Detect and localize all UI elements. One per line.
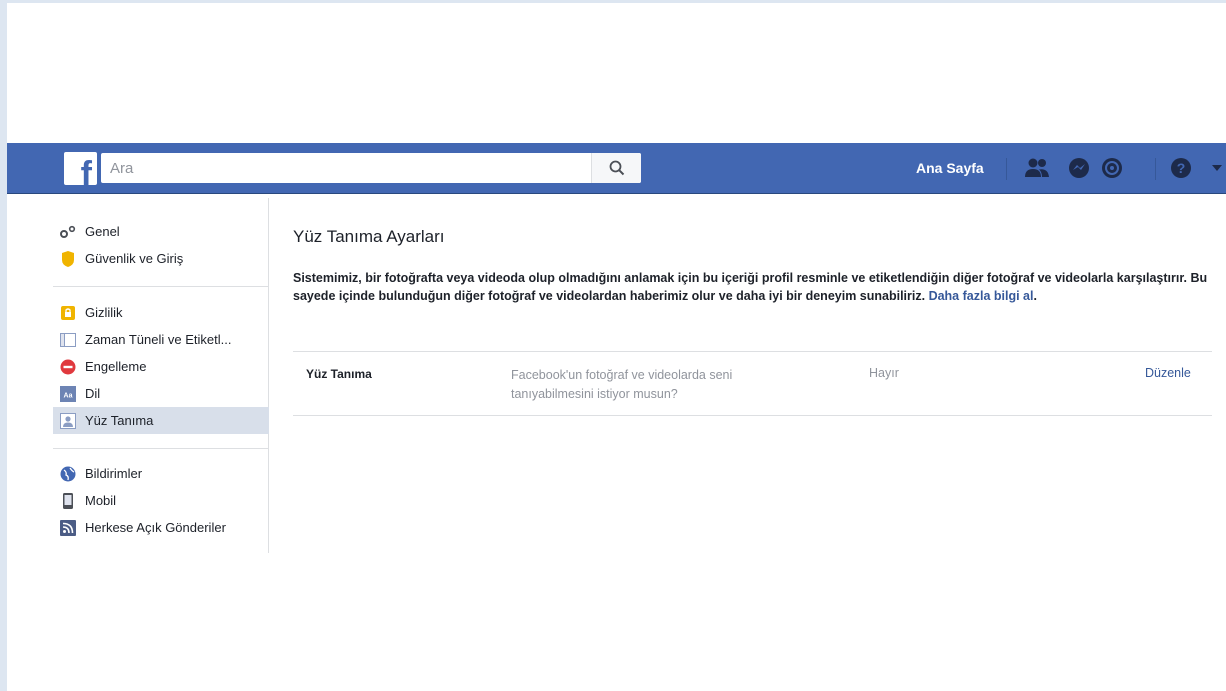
sidebar-item-timeline[interactable]: Zaman Tüneli ve Etiketl...: [53, 326, 269, 353]
sidebar-item-face-recognition[interactable]: Yüz Tanıma: [53, 407, 269, 434]
page-frame-top: [0, 0, 1226, 3]
page-frame-left: [0, 0, 7, 691]
edit-link[interactable]: Düzenle: [1145, 366, 1191, 380]
sidebar-item-label: Herkese Açık Gönderiler: [85, 520, 226, 535]
top-navigation-bar: f Ana Sayfa ?: [7, 143, 1226, 194]
settings-description: Sistemimiz, bir fotoğrafta veya videoda …: [293, 269, 1213, 305]
nav-separator: [1006, 158, 1007, 180]
sidebar-item-public-posts[interactable]: Herkese Açık Gönderiler: [53, 514, 269, 541]
dropdown-arrow-icon[interactable]: [1212, 165, 1222, 172]
sidebar-item-label: Bildirimler: [85, 466, 143, 481]
gear-icon: [59, 223, 77, 241]
sidebar-group-account: Genel Güvenlik ve Giriş: [53, 218, 269, 272]
search-button[interactable]: [591, 153, 641, 183]
sidebar-group-privacy: Gizlilik Zaman Tüneli ve Etiketl... Enge…: [53, 299, 269, 434]
page-title: Yüz Tanıma Ayarları: [293, 227, 445, 246]
svg-text:?: ?: [1177, 160, 1186, 176]
facebook-logo[interactable]: f: [64, 152, 97, 185]
timeline-icon: [59, 331, 77, 349]
sidebar-item-privacy[interactable]: Gizlilik: [53, 299, 269, 326]
messenger-icon[interactable]: [1068, 157, 1090, 179]
sidebar-item-general[interactable]: Genel: [53, 218, 269, 245]
home-link[interactable]: Ana Sayfa: [916, 160, 984, 176]
sidebar-item-label: Dil: [85, 386, 101, 401]
block-icon: [59, 358, 77, 376]
setting-value: Hayır: [869, 366, 899, 380]
sidebar-item-blocking[interactable]: Engelleme: [53, 353, 269, 380]
sidebar-divider: [53, 286, 268, 287]
settings-table-top-border: [293, 351, 1212, 352]
language-icon: Aa: [59, 385, 77, 403]
globe-icon: [59, 465, 77, 483]
sidebar-item-label: Güvenlik ve Giriş: [85, 251, 184, 266]
sidebar-group-notifications: Bildirimler Mobil Herkese Açık Gönderile…: [53, 460, 269, 541]
friends-icon[interactable]: [1024, 157, 1050, 179]
settings-table-bottom-border: [293, 415, 1212, 416]
sidebar-item-label: Genel: [85, 224, 120, 239]
search-input[interactable]: [101, 153, 591, 183]
setting-question: Facebook'un fotoğraf ve videolarda seni …: [511, 368, 733, 401]
sidebar-item-notifications[interactable]: Bildirimler: [53, 460, 269, 487]
search-icon: [609, 160, 625, 176]
description-period: .: [1033, 289, 1037, 303]
facebook-logo-letter: f: [80, 155, 92, 185]
sidebar-item-label: Zaman Tüneli ve Etiketl...: [85, 332, 232, 347]
sidebar-item-label: Mobil: [85, 493, 117, 508]
sidebar-item-label: Yüz Tanıma: [85, 413, 154, 428]
learn-more-link[interactable]: Daha fazla bilgi al: [929, 289, 1034, 303]
face-recognition-icon: [59, 412, 77, 430]
sidebar-divider: [53, 448, 268, 449]
shield-icon: [59, 250, 77, 268]
sidebar-item-label: Engelleme: [85, 359, 147, 374]
rss-icon: [59, 519, 77, 537]
description-text: Sistemimiz, bir fotoğrafta veya videoda …: [293, 271, 1208, 303]
setting-name: Yüz Tanıma: [306, 367, 372, 381]
notifications-icon[interactable]: [1101, 157, 1123, 179]
search-box: [101, 153, 641, 183]
sidebar-item-security[interactable]: Güvenlik ve Giriş: [53, 245, 269, 272]
sidebar-item-label: Gizlilik: [85, 305, 123, 320]
sidebar-item-mobile[interactable]: Mobil: [53, 487, 269, 514]
help-icon[interactable]: ?: [1170, 157, 1192, 179]
mobile-icon: [59, 492, 77, 510]
sidebar-item-language[interactable]: Aa Dil: [53, 380, 269, 407]
lock-icon: [59, 304, 77, 322]
svg-text:Aa: Aa: [64, 392, 73, 399]
nav-separator: [1155, 158, 1156, 180]
